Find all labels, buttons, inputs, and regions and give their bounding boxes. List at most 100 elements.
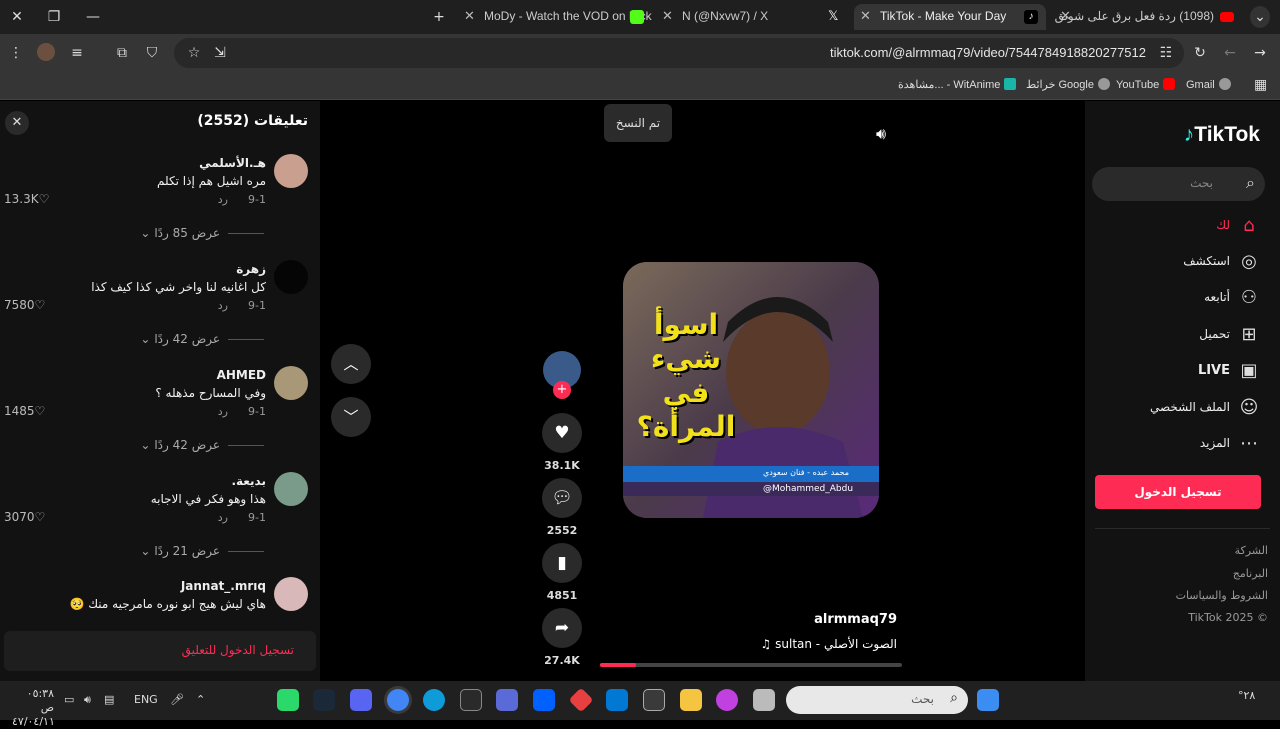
footer-link-terms[interactable]: الشروط والسياسات bbox=[1176, 589, 1268, 602]
save-button[interactable]: ▮ bbox=[542, 543, 582, 583]
login-to-comment-bar[interactable]: تسجيل الدخول للتعليق bbox=[4, 631, 316, 671]
address-bar[interactable]: ☆ ⇲ tiktok.com/@alrmmaq79/video/75447849… bbox=[174, 38, 1184, 68]
close-tab-icon[interactable]: ✕ bbox=[860, 8, 871, 24]
tab-youtube[interactable]: ✕ (1098) ردة فعل برق على شونق ( bbox=[1054, 4, 1240, 30]
tab-kick[interactable]: ✕ MoDy - Watch the VOD on Kick bbox=[458, 4, 654, 30]
like-button[interactable]: ♥ bbox=[542, 413, 582, 453]
extensions-icon[interactable]: ⧉ bbox=[112, 43, 132, 63]
login-button[interactable]: تسجيل الدخول bbox=[1095, 475, 1261, 509]
close-window-icon[interactable]: ✕ bbox=[6, 6, 28, 28]
reply-button[interactable]: رد bbox=[218, 511, 228, 524]
comment-button[interactable]: 💬︎ bbox=[542, 478, 582, 518]
reply-button[interactable]: رد bbox=[218, 193, 228, 206]
minimize-window-icon[interactable]: — bbox=[82, 6, 104, 28]
reload-icon[interactable]: ↻ bbox=[1190, 43, 1210, 63]
bookmark-gmail[interactable]: Gmail bbox=[1186, 78, 1231, 91]
comment-like-button[interactable]: 3070♡ bbox=[4, 510, 45, 524]
tab-tiktok[interactable]: ✕ TikTok - Make Your Day ♪ bbox=[854, 4, 1046, 30]
nav-item-explore[interactable]: استكشف ◎ bbox=[1090, 251, 1270, 273]
forward-icon[interactable]: ← bbox=[1220, 43, 1240, 63]
footer-link-company[interactable]: الشركة bbox=[1235, 544, 1268, 557]
comment-like-button[interactable]: 13.3K♡ bbox=[4, 192, 49, 206]
search-icon[interactable]: ⌕ bbox=[1246, 173, 1255, 193]
video-player[interactable]: اسوأ شيء في المرأة؟ محمد عبده - فنان سعو… bbox=[623, 262, 879, 518]
comment-username[interactable]: هـ.الأسلمي bbox=[199, 156, 266, 170]
shield-icon[interactable]: ⛉ bbox=[142, 43, 162, 63]
taskbar-search[interactable]: بحث ⌕ bbox=[786, 686, 968, 714]
edge-icon[interactable] bbox=[423, 689, 445, 711]
url-text[interactable]: tiktok.com/@alrmmaq79/video/754478491882… bbox=[830, 45, 1146, 60]
steam-icon[interactable] bbox=[313, 689, 335, 711]
tab-x[interactable]: ✕ N (@Nxvw7) / X 𝕏 bbox=[656, 4, 848, 30]
battery-icon[interactable]: ▭ bbox=[64, 693, 74, 706]
network-icon[interactable]: ▤ bbox=[104, 693, 114, 706]
language-indicator[interactable]: ENG bbox=[134, 693, 158, 706]
microphone-icon[interactable]: 🎤︎ bbox=[170, 693, 184, 706]
previous-video-button[interactable]: ︿ bbox=[331, 344, 371, 384]
author-name[interactable]: alrmmaq79 bbox=[814, 612, 897, 627]
weather-widget[interactable]: °٢٨ bbox=[1238, 689, 1255, 702]
nav-item-foryou[interactable]: لك ⌂ bbox=[1090, 215, 1270, 237]
menu-icon[interactable]: ⋮ bbox=[6, 43, 26, 63]
apps-grid-icon[interactable]: ▦ bbox=[1254, 76, 1267, 93]
install-app-icon[interactable]: ⇲ bbox=[210, 43, 230, 63]
view-replies-button[interactable]: عرض 42 ردًا ⌄ bbox=[104, 332, 264, 346]
nav-item-profile[interactable]: الملف الشخصي ☺ bbox=[1090, 397, 1270, 419]
reading-list-icon[interactable]: ≡ bbox=[67, 43, 87, 63]
tab-search-icon[interactable]: ⌄ bbox=[1250, 6, 1270, 28]
discord-icon[interactable] bbox=[350, 689, 372, 711]
bookmark-witanime[interactable]: مشاهدة... - WitAnime bbox=[898, 78, 1017, 91]
clock[interactable]: ٠٥:٣٨ ص ٤٧/٠٤/١١ bbox=[12, 687, 55, 729]
windows-start-icon[interactable] bbox=[977, 689, 999, 711]
video-progress-bar[interactable] bbox=[600, 663, 902, 667]
view-replies-button[interactable]: عرض 42 ردًا ⌄ bbox=[104, 438, 264, 452]
avatar[interactable] bbox=[274, 260, 308, 294]
close-tab-icon[interactable]: ✕ bbox=[662, 8, 673, 24]
nav-item-following[interactable]: أتابعه ⚇ bbox=[1090, 287, 1270, 309]
view-replies-button[interactable]: عرض 21 ردًا ⌄ bbox=[104, 544, 264, 558]
follow-plus-icon[interactable]: + bbox=[553, 381, 571, 399]
bookmark-star-icon[interactable]: ☆ bbox=[184, 43, 204, 63]
close-comments-icon[interactable]: ✕ bbox=[5, 111, 29, 135]
bookmark-google-maps[interactable]: خرائط Google bbox=[1026, 78, 1110, 91]
comment-like-button[interactable]: 1485♡ bbox=[4, 404, 45, 418]
sound-label[interactable]: الصوت الأصلي - sultan ♫ bbox=[761, 637, 897, 651]
search-input[interactable]: بحث ⌕ bbox=[1092, 167, 1265, 201]
comment-username[interactable]: بديعة. bbox=[231, 474, 266, 488]
restore-window-icon[interactable]: ❐ bbox=[43, 6, 65, 28]
avatar[interactable] bbox=[274, 472, 308, 506]
app-icon[interactable] bbox=[277, 689, 299, 711]
epic-games-icon[interactable] bbox=[460, 689, 482, 711]
avatar[interactable] bbox=[274, 577, 308, 611]
reply-button[interactable]: رد bbox=[218, 405, 228, 418]
view-replies-button[interactable]: عرض 85 ردًا ⌄ bbox=[104, 226, 264, 240]
share-button[interactable]: ➦ bbox=[542, 608, 582, 648]
outlook-icon[interactable] bbox=[606, 689, 628, 711]
back-icon[interactable]: → bbox=[1250, 43, 1270, 63]
avatar[interactable] bbox=[274, 366, 308, 400]
volume-icon[interactable]: 🔊︎ bbox=[876, 124, 886, 144]
comment-like-button[interactable]: 7580♡ bbox=[4, 298, 45, 312]
site-settings-icon[interactable]: ☷ bbox=[1156, 43, 1176, 63]
copilot-icon[interactable] bbox=[716, 689, 738, 711]
reply-button[interactable]: رد bbox=[218, 299, 228, 312]
footer-link-program[interactable]: البرنامج bbox=[1233, 567, 1268, 580]
new-tab-button[interactable]: + bbox=[428, 6, 450, 28]
chrome-icon[interactable] bbox=[387, 689, 409, 711]
nav-item-live[interactable]: LIVE ▣ bbox=[1090, 360, 1270, 382]
profile-avatar-icon[interactable] bbox=[37, 43, 55, 61]
comment-username[interactable]: زهرة bbox=[236, 262, 266, 276]
app-icon[interactable] bbox=[496, 689, 518, 711]
dropbox-icon[interactable] bbox=[533, 689, 555, 711]
tiktok-logo[interactable]: ♪TikTok bbox=[1184, 123, 1260, 147]
nav-item-more[interactable]: المزيد ⋯ bbox=[1090, 433, 1270, 455]
comment-username[interactable]: AHMED bbox=[217, 368, 266, 382]
store-icon[interactable] bbox=[643, 689, 665, 711]
bookmark-youtube[interactable]: YouTube bbox=[1116, 78, 1176, 91]
speaker-icon[interactable]: 🔊︎ bbox=[84, 693, 91, 707]
close-tab-icon[interactable]: ✕ bbox=[464, 8, 475, 24]
nav-item-upload[interactable]: تحميل ⊞ bbox=[1090, 324, 1270, 346]
login-to-comment-link[interactable]: تسجيل الدخول للتعليق bbox=[182, 643, 294, 657]
folder-icon[interactable] bbox=[680, 689, 702, 711]
app-icon[interactable] bbox=[568, 687, 594, 713]
